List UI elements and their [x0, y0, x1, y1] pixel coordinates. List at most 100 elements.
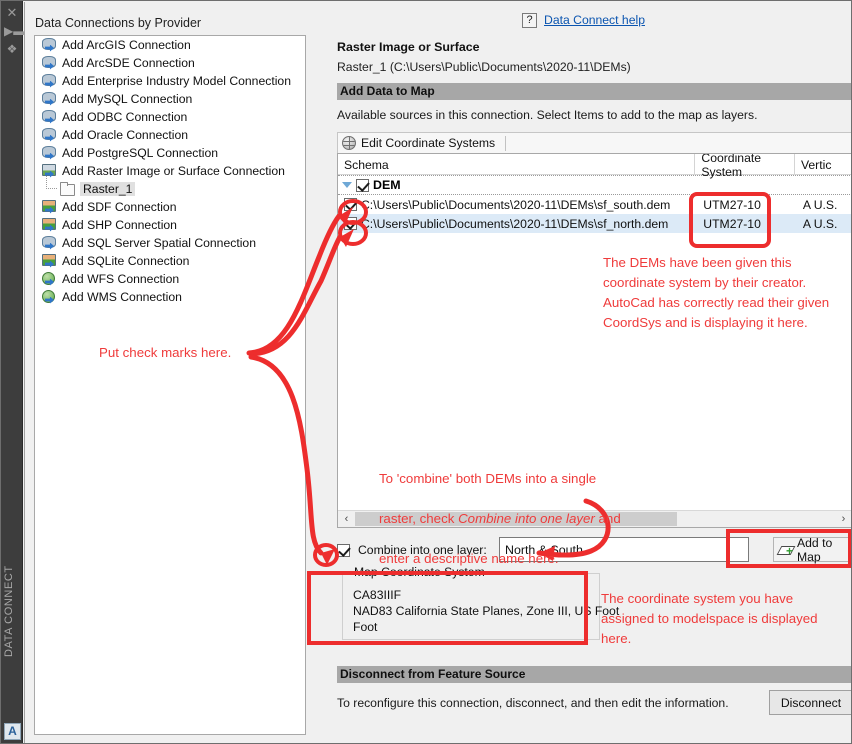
tree-item-add-shp-connection[interactable]: Add SHP Connection [35, 216, 305, 234]
tree-item-add-arcsde-connection[interactable]: Add ArcSDE Connection [35, 54, 305, 72]
database-connection-icon [41, 37, 57, 53]
database-connection-icon [41, 91, 57, 107]
connection-subtitle: Raster_1 (C:\Users\Public\Documents\2020… [337, 60, 631, 74]
disconnect-button[interactable]: Disconnect [769, 690, 851, 715]
cell-schema: C:\Users\Public\Documents\2020-11\DEMs\s… [338, 214, 695, 233]
tree-item-label: Add SHP Connection [62, 218, 177, 232]
tree-item-label: Add Oracle Connection [62, 128, 189, 142]
tree-item-label: Raster_1 [80, 182, 136, 196]
tree-item-label: Add WFS Connection [62, 272, 180, 286]
tree-item-add-odbc-connection[interactable]: Add ODBC Connection [35, 108, 305, 126]
tree-item-label: Add ArcGIS Connection [62, 38, 191, 52]
column-header-vertical[interactable]: Vertic [795, 154, 851, 175]
auto-hide-pin-icon[interactable]: ▶▬ [4, 23, 25, 39]
grid-header-row: Schema Coordinate System Vertic [338, 154, 851, 179]
edit-coordinate-systems-button[interactable]: Edit Coordinate Systems [338, 134, 502, 153]
tree-item-add-enterprise-industry-model-connection[interactable]: Add Enterprise Industry Model Connection [35, 72, 305, 90]
cell-coordinate-system: UTM27-10 [703, 197, 761, 212]
connection-detail-pane: ? Data Connect help Raster Image or Surf… [314, 2, 851, 743]
globe-icon [342, 136, 356, 150]
row-checkbox[interactable] [344, 217, 357, 230]
tree-item-label: Add PostgreSQL Connection [62, 146, 219, 160]
tree-item-add-wms-connection[interactable]: Add WMS Connection [35, 288, 305, 306]
tree-item-label: Add ArcSDE Connection [62, 56, 195, 70]
cell-vertical: A U.S. [802, 216, 838, 231]
disconnect-bar: Disconnect from Feature Source [337, 666, 851, 683]
dock-title-vertical: DATA CONNECT [3, 565, 15, 657]
add-to-map-label: Add to Map [797, 535, 833, 564]
autocad-logo-icon: A [4, 723, 21, 740]
add-data-to-map-bar: Add Data to Map [337, 83, 851, 100]
tree-item-label: Add WMS Connection [62, 290, 182, 304]
globe-connection-icon [41, 289, 57, 305]
dock-strip: ✕ ▶▬ ❖ DATA CONNECT A [1, 1, 25, 743]
panel-body: Data Connections by Provider Add ArcGIS … [24, 2, 851, 743]
connection-title: Raster Image or Surface [337, 40, 480, 54]
expand-collapse-triangle-icon[interactable] [342, 182, 352, 188]
tree-item-add-oracle-connection[interactable]: Add Oracle Connection [35, 126, 305, 144]
combine-layer-name-input[interactable] [499, 537, 749, 562]
close-icon[interactable]: ✕ [4, 5, 20, 21]
data-connect-help-link[interactable]: Data Connect help [544, 13, 645, 27]
database-connection-icon [41, 55, 57, 71]
scrollbar-track[interactable] [355, 511, 835, 527]
map-cs-units: Foot [353, 620, 378, 634]
tree-item-add-sql-server-spatial-connection[interactable]: Add SQL Server Spatial Connection [35, 234, 305, 252]
tree-item-label: Add SQLite Connection [62, 254, 190, 268]
map-cs-description: NAD83 California State Planes, Zone III,… [353, 604, 620, 618]
tree-item-label: Add Enterprise Industry Model Connection [62, 74, 291, 88]
tree-item-add-postgresql-connection[interactable]: Add PostgreSQL Connection [35, 144, 305, 162]
grid-toolbar: Edit Coordinate Systems [337, 132, 851, 153]
data-connections-tree[interactable]: Add ArcGIS Connection Add ArcSDE Connecti… [34, 35, 306, 735]
data-connect-panel: ✕ ▶▬ ❖ DATA CONNECT A Data Connections b… [0, 0, 852, 744]
tree-item-add-raster-image-or-surface-connection[interactable]: Add Raster Image or Surface Connection [35, 162, 305, 180]
available-sources-instruction: Available sources in this connection. Se… [337, 108, 758, 122]
database-connection-icon [41, 145, 57, 161]
map-coordinate-system-legend: Map Coordinate System [351, 565, 488, 579]
row-checkbox[interactable] [344, 198, 357, 211]
tree-item-add-sdf-connection[interactable]: Add SDF Connection [35, 198, 305, 216]
grid-body: C:\Users\Public\Documents\2020-11\DEMs\s… [338, 195, 851, 233]
column-header-coordinate-system[interactable]: Coordinate System [695, 154, 795, 179]
combine-row: Combine into one layer: Add to Map [337, 535, 851, 565]
database-connection-icon [41, 235, 57, 251]
tree-item-add-sqlite-connection[interactable]: Add SQLite Connection [35, 252, 305, 270]
map-cs-code: CA83IIIF [353, 588, 402, 602]
scroll-left-arrow-icon[interactable]: ‹ [338, 511, 355, 527]
scrollbar-thumb[interactable] [355, 512, 677, 526]
database-connection-icon [41, 73, 57, 89]
grid-horizontal-scrollbar[interactable]: ‹ › [338, 510, 851, 527]
sqlite-connection-icon [41, 253, 57, 269]
disconnect-instruction: To reconfigure this connection, disconne… [337, 696, 729, 710]
tree-item-label: Add ODBC Connection [62, 110, 188, 124]
sdf-connection-icon [41, 199, 57, 215]
properties-gear-icon[interactable]: ❖ [4, 41, 20, 57]
folder-icon [59, 181, 75, 197]
tree-connector-line [46, 176, 57, 189]
schema-path-label: C:\Users\Public\Documents\2020-11\DEMs\s… [361, 197, 671, 212]
tree-item-add-mysql-connection[interactable]: Add MySQL Connection [35, 90, 305, 108]
add-to-map-icon [779, 545, 793, 557]
group-label: DEM [373, 178, 401, 192]
tree-item-add-wfs-connection[interactable]: Add WFS Connection [35, 270, 305, 288]
tree-item-add-arcgis-connection[interactable]: Add ArcGIS Connection [35, 36, 305, 54]
shp-connection-icon [41, 217, 57, 233]
map-coordinate-system-group: Map Coordinate System CA83IIIF NAD83 Cal… [342, 565, 619, 640]
tree-item-raster-1[interactable]: Raster_1 [35, 176, 305, 198]
table-row[interactable]: C:\Users\Public\Documents\2020-11\DEMs\s… [338, 195, 851, 214]
edit-coordinate-systems-label: Edit Coordinate Systems [361, 136, 496, 150]
tree-item-label: Add MySQL Connection [62, 92, 193, 106]
tree-title: Data Connections by Provider [35, 16, 202, 30]
help-question-icon[interactable]: ? [522, 12, 538, 28]
schema-grid[interactable]: Schema Coordinate System Vertic DEM C:\U… [337, 153, 851, 528]
add-to-map-button[interactable]: Add to Map [773, 535, 851, 564]
column-header-schema[interactable]: Schema [338, 154, 696, 175]
table-row[interactable]: C:\Users\Public\Documents\2020-11\DEMs\s… [338, 214, 851, 233]
cell-coordinate-system: UTM27-10 [703, 216, 761, 231]
globe-connection-icon [41, 271, 57, 287]
scroll-right-arrow-icon[interactable]: › [835, 511, 851, 527]
group-checkbox[interactable] [356, 178, 369, 192]
toolbar-separator [505, 135, 507, 151]
combine-into-one-layer-checkbox[interactable] [337, 543, 350, 557]
tree-item-label: Add Raster Image or Surface Connection [62, 164, 285, 178]
